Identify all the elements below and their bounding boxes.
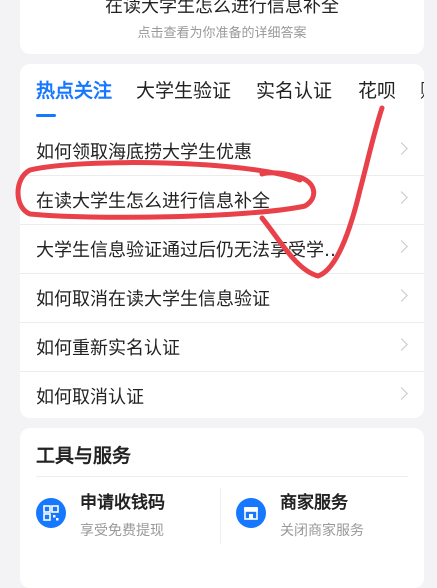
answer-banner[interactable]: 在读大学生怎么进行信息补全 点击查看为你准备的详细答案 (20, 0, 424, 54)
divider (36, 476, 408, 477)
faq-item-label: 如何领取海底捞大学生优惠 (36, 142, 252, 163)
tools-card: 工具与服务 申请收钱码 享受免费提现 商家服务 关闭商家服务 (20, 428, 424, 588)
faq-tabs: 热点关注 大学生验证 实名认证 花呗 账 (20, 64, 424, 126)
tool-desc: 关闭商家服务 (280, 523, 364, 539)
tab-real-name[interactable]: 实名认证 (256, 76, 332, 103)
tab-student-verification[interactable]: 大学生验证 (136, 76, 231, 103)
store-icon (236, 498, 266, 528)
chevron-right-icon (395, 387, 408, 400)
tool-merchant-service[interactable]: 商家服务 关闭商家服务 (220, 486, 400, 546)
banner-subtitle: 点击查看为你准备的详细答案 (137, 26, 307, 41)
chevron-right-icon (395, 240, 408, 253)
faq-item[interactable]: 如何取消认证 (20, 371, 424, 418)
tab-hot-topics[interactable]: 热点关注 (36, 76, 112, 103)
faq-item[interactable]: 如何重新实名认证 (20, 322, 424, 372)
chevron-right-icon (395, 142, 408, 155)
faq-item[interactable]: 在读大学生怎么进行信息补全 (20, 175, 424, 225)
tab-huabei[interactable]: 花呗 (358, 76, 396, 103)
tools-title: 工具与服务 (36, 445, 132, 467)
banner-title: 在读大学生怎么进行信息补全 (105, 0, 339, 17)
faq-item-label: 如何取消在读大学生信息验证 (36, 289, 270, 310)
tool-name: 商家服务 (280, 493, 348, 513)
qr-code-icon (36, 498, 66, 528)
faq-item-label: 如何取消认证 (36, 387, 144, 408)
active-tab-indicator (36, 114, 56, 117)
chevron-right-icon (395, 289, 408, 302)
chevron-right-icon (395, 191, 408, 204)
tool-payment-qr[interactable]: 申请收钱码 享受免费提现 (20, 486, 200, 546)
faq-item-label: 如何重新实名认证 (36, 338, 180, 359)
tool-desc: 享受免费提现 (80, 523, 164, 539)
faq-item[interactable]: 大学生信息验证通过后仍无法享受学… (20, 224, 424, 274)
faq-card: 热点关注 大学生验证 实名认证 花呗 账 如何领取海底捞大学生优惠 在读大学生怎… (20, 64, 424, 418)
tab-account[interactable]: 账 (420, 76, 424, 103)
chevron-right-icon (395, 338, 408, 351)
faq-item-label: 大学生信息验证通过后仍无法享受学… (36, 240, 342, 261)
faq-item[interactable]: 如何取消在读大学生信息验证 (20, 273, 424, 323)
tool-name: 申请收钱码 (80, 493, 165, 513)
faq-item-label: 在读大学生怎么进行信息补全 (36, 191, 270, 212)
faq-item[interactable]: 如何领取海底捞大学生优惠 (20, 126, 424, 176)
